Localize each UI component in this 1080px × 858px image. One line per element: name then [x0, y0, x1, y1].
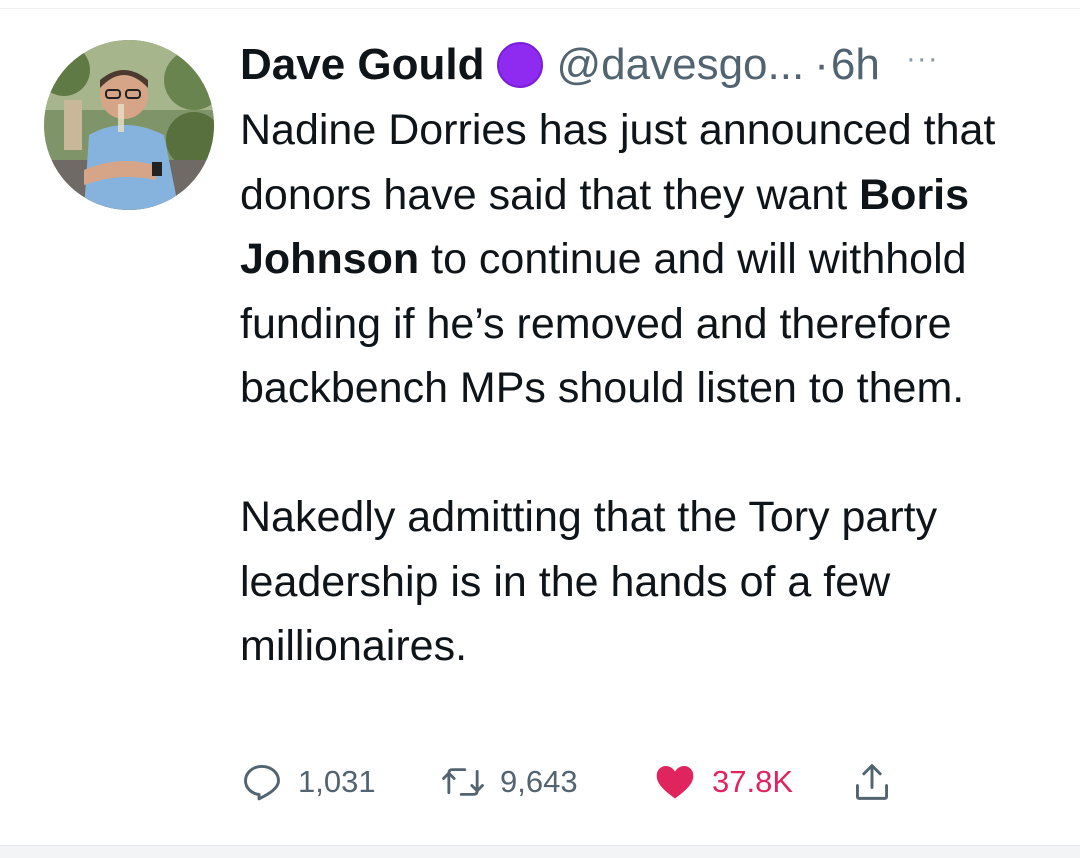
- more-options-icon[interactable]: ···: [906, 30, 939, 88]
- tweet-actions: 1,031 9,643 37.8K: [240, 752, 1040, 812]
- like-count: 37.8K: [712, 764, 794, 799]
- avatar-photo: [44, 40, 214, 210]
- tweet-text: Nadine Dorries has just announced that d…: [240, 98, 1050, 679]
- tweet-paragraph-2: Nakedly admitting that the Tory party le…: [240, 493, 938, 670]
- retweet-button[interactable]: 9,643: [440, 752, 578, 812]
- avatar[interactable]: [44, 40, 214, 210]
- reply-button[interactable]: 1,031: [240, 752, 376, 812]
- top-divider: [0, 0, 1080, 9]
- purple-circle-icon: [496, 42, 543, 88]
- share-button[interactable]: [852, 752, 892, 812]
- retweet-icon: [442, 768, 484, 796]
- heart-icon: [656, 766, 694, 799]
- reply-icon: [244, 764, 280, 801]
- author-handle[interactable]: @davesgo...: [557, 36, 805, 94]
- reply-count: 1,031: [298, 764, 376, 799]
- share-icon: [856, 764, 888, 800]
- separator-dot: ·: [814, 40, 829, 89]
- bottom-divider: [0, 845, 1080, 858]
- tweet-timestamp[interactable]: 6h: [831, 36, 880, 94]
- like-button[interactable]: 37.8K: [652, 752, 793, 812]
- tweet-header: Dave Gould @davesgo... · 6h ···: [240, 36, 1040, 94]
- tweet-paragraph-1: Nadine Dorries has just announced that d…: [240, 98, 1050, 421]
- retweet-count: 9,643: [500, 764, 578, 799]
- author-display-name[interactable]: Dave Gould: [240, 36, 485, 94]
